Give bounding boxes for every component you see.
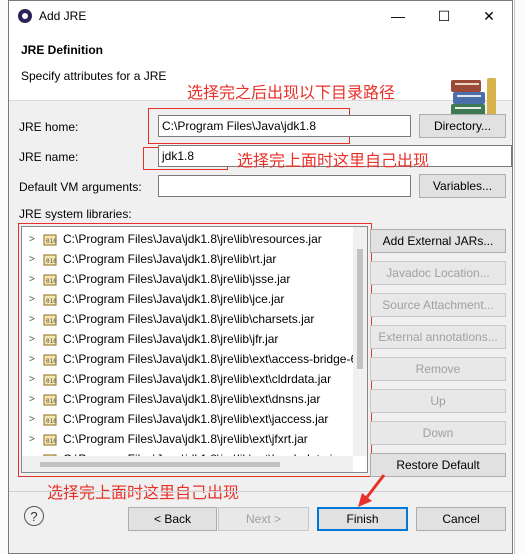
banner-subtitle: Specify attributes for a JRE [21, 69, 167, 83]
maximize-button[interactable]: ☐ [421, 1, 467, 32]
back-button[interactable]: < Back [128, 507, 217, 531]
help-icon[interactable]: ? [24, 506, 44, 526]
close-button[interactable]: ✕ [466, 1, 512, 32]
window-title: Add JRE [39, 9, 87, 23]
add-external-jars-button[interactable]: Add External JARs... [370, 229, 506, 253]
footer-separator [9, 491, 512, 492]
eclipse-icon [18, 9, 32, 23]
source-attachment-button[interactable]: Source Attachment... [370, 293, 506, 317]
annotation-top: 选择完之后出现以下目录路径 [187, 83, 396, 102]
finish-button[interactable]: Finish [317, 507, 408, 531]
minimize-button[interactable]: — [375, 1, 421, 32]
javadoc-location-button[interactable]: Javadoc Location... [370, 261, 506, 285]
vm-args-label: Default VM arguments: [19, 180, 142, 194]
annotation-box-libraries [18, 223, 372, 477]
background-window-right [514, 0, 525, 554]
external-annotations-button[interactable]: External annotations... [370, 325, 506, 349]
annotation-name: 选择完上面时这里自己出现 [237, 151, 430, 170]
vm-args-field[interactable] [158, 175, 411, 197]
jre-name-label: JRE name: [19, 150, 79, 164]
banner-title: JRE Definition [21, 43, 104, 57]
jre-home-field[interactable]: C:\Program Files\Java\jdk1.8 [158, 115, 411, 137]
cancel-button[interactable]: Cancel [416, 507, 506, 531]
down-button[interactable]: Down [370, 421, 506, 445]
variables-button[interactable]: Variables... [419, 174, 506, 198]
directory-button[interactable]: Directory... [419, 114, 506, 138]
add-jre-dialog: Add JRE — ☐ ✕ JRE Definition Specify att… [8, 0, 513, 554]
jre-home-label: JRE home: [19, 120, 79, 134]
next-button[interactable]: Next > [218, 507, 309, 531]
remove-button[interactable]: Remove [370, 357, 506, 381]
title-bar: Add JRE — ☐ ✕ [9, 1, 512, 32]
annotation-arrow-icon [358, 474, 386, 507]
up-button[interactable]: Up [370, 389, 506, 413]
libraries-label: JRE system libraries: [19, 207, 132, 221]
